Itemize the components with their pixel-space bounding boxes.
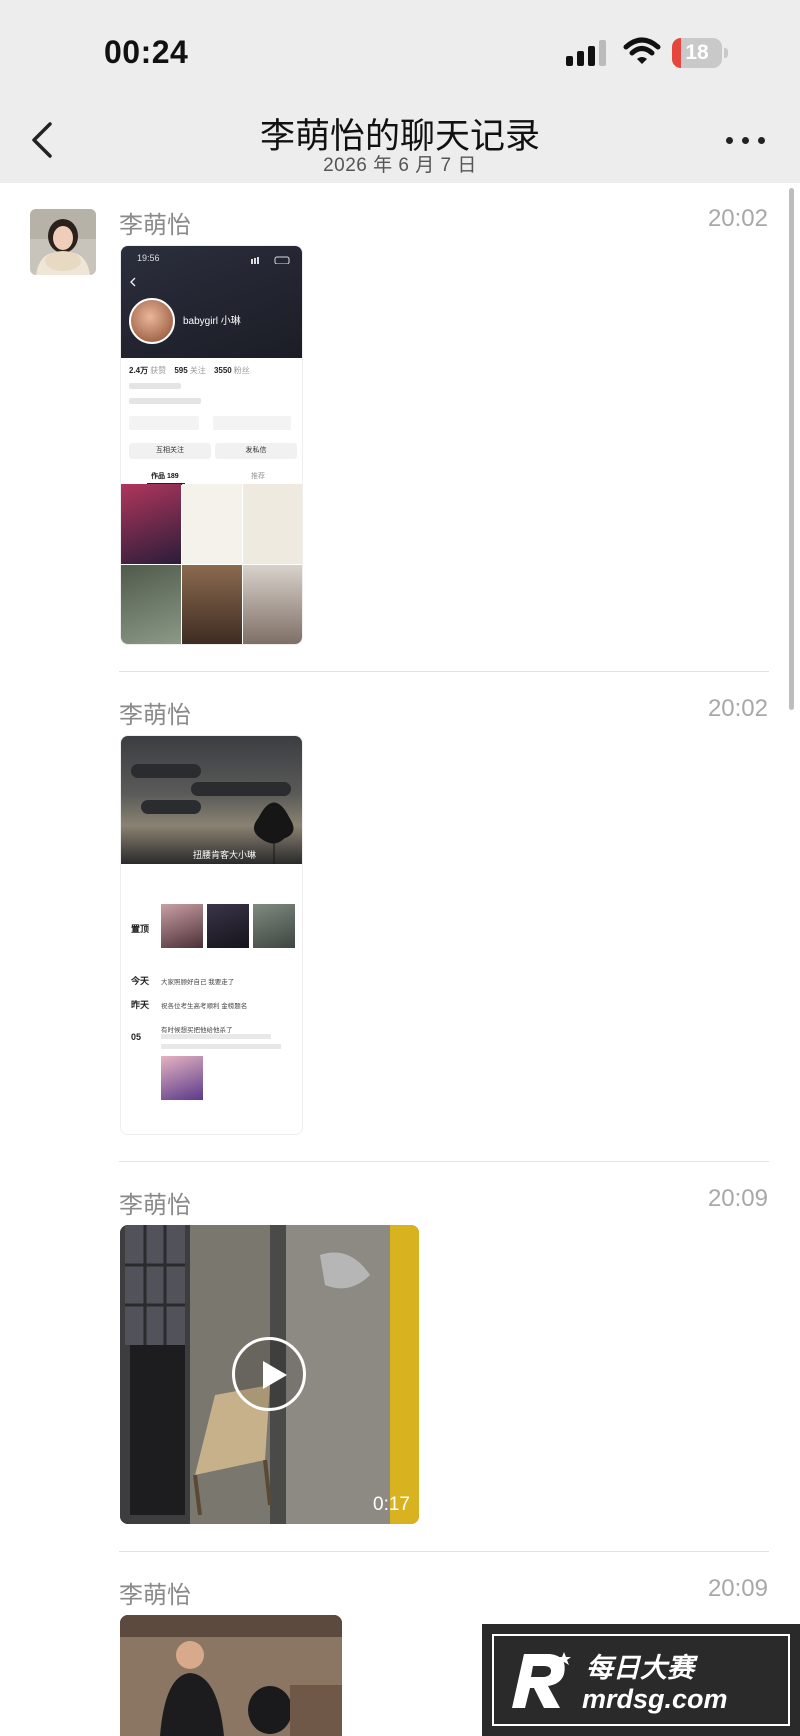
message-sender: 李萌怡 — [119, 1582, 191, 1609]
video-duration: 0:17 — [373, 1494, 410, 1515]
video-message[interactable]: 0:17 — [120, 1225, 419, 1524]
image-message-timeline-screenshot[interactable]: 扭腰肯客大小琳 置顶 今天 大家照顾好自己 我要走了 昨天 祝各位考生高考顺利 … — [120, 735, 303, 1135]
profile-avatar — [129, 298, 175, 344]
message-sender: 李萌怡 — [119, 1192, 191, 1219]
message-time: 20:02 — [707, 205, 768, 232]
battery-level: 18 — [685, 41, 709, 64]
watermark: 每日大赛 mrdsg.com — [482, 1624, 800, 1736]
message-sender: 李萌怡 — [119, 212, 191, 239]
message-sender: 李萌怡 — [119, 702, 191, 729]
message-divider — [119, 671, 769, 672]
more-horizontal-icon — [726, 137, 733, 144]
image-message-profile-screenshot[interactable]: 19:56 babygirl 小琳 2.4万 获赞 595 关注 3550 粉丝 互相… — [120, 245, 303, 645]
profile-video-grid — [121, 484, 302, 644]
message-time: 20:02 — [707, 695, 768, 722]
more-button[interactable] — [724, 130, 768, 150]
scrollbar[interactable] — [789, 188, 794, 710]
watermark-brand: 每日大赛 — [586, 1653, 694, 1683]
top-bar: 00:24 18 李萌怡的聊天记录 2026 年 6 月 7 日 — [0, 0, 800, 183]
profile-stats: 2.4万 获赞 595 关注 3550 粉丝 — [129, 366, 250, 375]
watermark-url: mrdsg.com — [582, 1684, 728, 1714]
avatar[interactable] — [30, 209, 96, 275]
message-divider — [119, 1161, 769, 1162]
message-time: 20:09 — [707, 1575, 768, 1602]
status-time: 00:24 — [104, 34, 189, 70]
page-subtitle: 2026 年 6 月 7 日 — [323, 155, 477, 176]
message-time: 20:09 — [707, 1185, 768, 1212]
cellular-signal-icon — [566, 38, 610, 66]
profile-username: babygirl 小琳 — [183, 316, 241, 327]
message-divider — [119, 1551, 769, 1552]
wifi-icon — [622, 36, 662, 66]
image-message-photo[interactable] — [120, 1615, 342, 1736]
battery-indicator: 18 — [672, 38, 728, 68]
play-icon[interactable] — [232, 1337, 306, 1411]
brand-logo-icon — [512, 1652, 571, 1708]
profile-nickname: 扭腰肯客大小琳 — [193, 850, 257, 860]
